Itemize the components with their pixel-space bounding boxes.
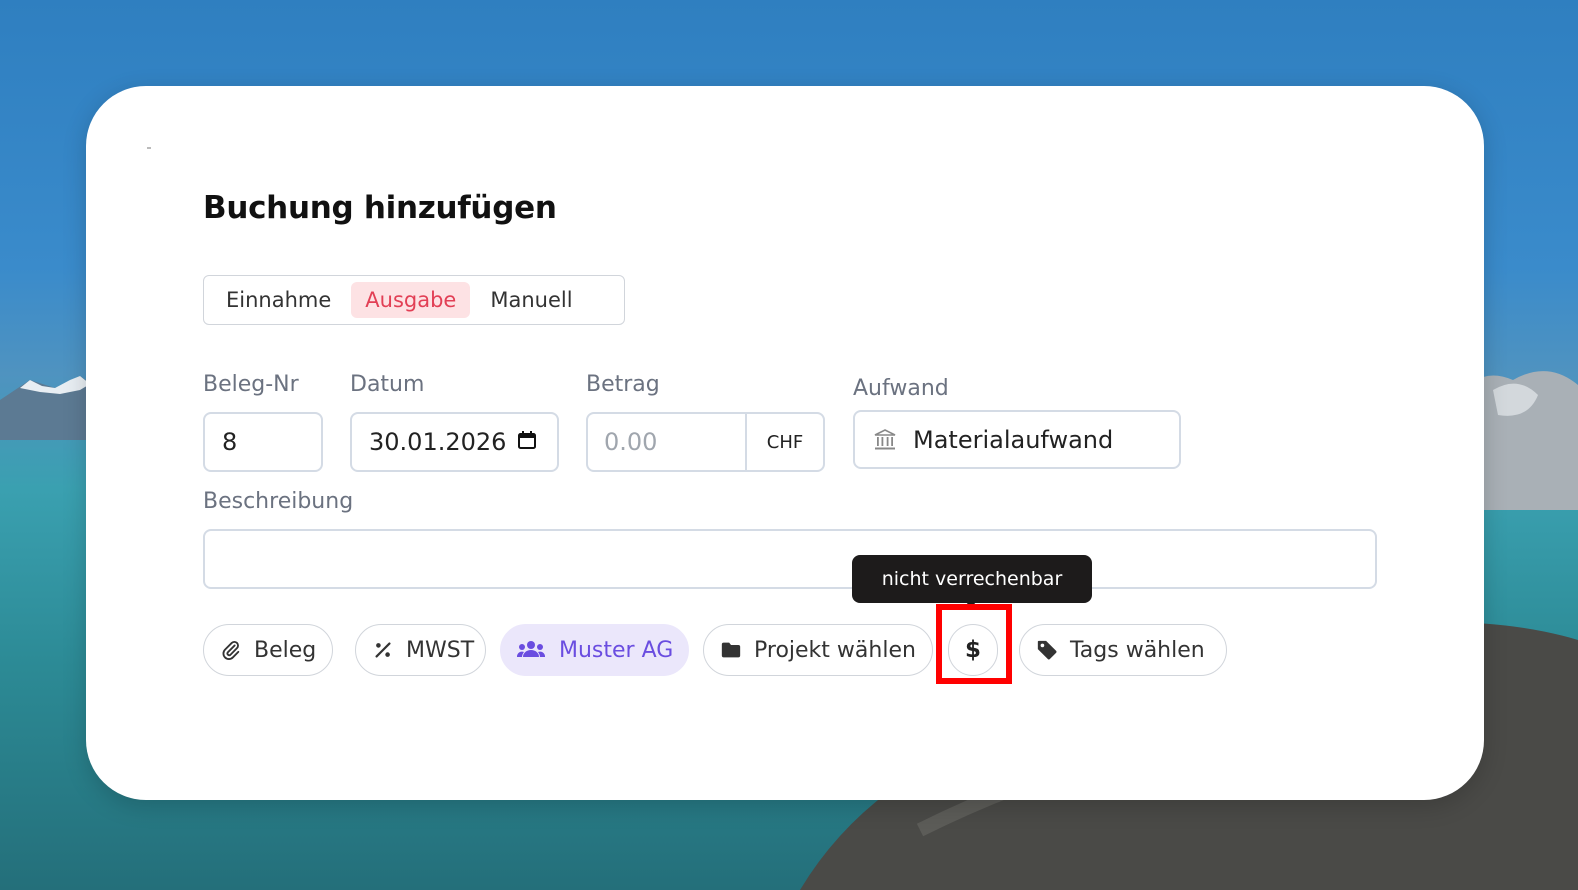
percent-icon (375, 642, 391, 658)
aufwand-label: Aufwand (853, 376, 949, 401)
client-chip-label: Muster AG (559, 637, 674, 663)
client-chip[interactable]: Muster AG (500, 624, 689, 676)
projekt-chip-label: Projekt wählen (754, 637, 916, 663)
mwst-chip[interactable]: MWST (355, 624, 486, 676)
tags-chip[interactable]: Tags wählen (1019, 624, 1227, 676)
beleg-nr-label: Beleg-Nr (203, 372, 299, 397)
booking-type-toggle: Einnahme Ausgabe Manuell (203, 275, 625, 325)
beleg-nr-value: 8 (222, 428, 238, 456)
tags-chip-label: Tags wählen (1070, 637, 1205, 663)
datum-label: Datum (350, 372, 425, 397)
corner-mark (147, 147, 151, 149)
paperclip-icon (222, 640, 240, 660)
beleg-chip[interactable]: Beleg (203, 624, 333, 676)
dialog-title: Buchung hinzufügen (203, 190, 557, 226)
betrag-label: Betrag (586, 372, 660, 397)
calendar-icon[interactable] (517, 430, 537, 450)
bank-icon (874, 428, 896, 449)
datum-input[interactable]: 30.01.2026 (350, 412, 559, 472)
betrag-input[interactable]: 0.00 CHF (586, 412, 825, 472)
tab-einnahme[interactable]: Einnahme (212, 282, 345, 318)
aufwand-value: Materialaufwand (913, 425, 1114, 454)
tab-ausgabe[interactable]: Ausgabe (351, 282, 471, 318)
currency-addon: CHF (745, 414, 823, 470)
beschreibung-label: Beschreibung (203, 489, 354, 514)
beschreibung-input[interactable] (203, 529, 1377, 589)
folder-icon (721, 642, 741, 658)
betrag-placeholder: 0.00 (604, 428, 658, 456)
projekt-chip[interactable]: Projekt wählen (703, 624, 933, 676)
mwst-chip-label: MWST (406, 637, 475, 663)
tab-manuell[interactable]: Manuell (476, 282, 586, 318)
aufwand-select[interactable]: Materialaufwand (853, 410, 1181, 469)
tag-icon (1037, 640, 1057, 660)
beleg-chip-label: Beleg (254, 637, 317, 663)
add-booking-dialog: Buchung hinzufügen Einnahme Ausgabe Manu… (86, 86, 1484, 800)
billable-tooltip: nicht verrechenbar (852, 555, 1092, 603)
users-icon (517, 641, 545, 657)
background-mountain (0, 376, 100, 440)
datum-value: 30.01.2026 (369, 428, 507, 456)
highlight-box (936, 604, 1012, 684)
beleg-nr-input[interactable]: 8 (203, 412, 323, 472)
